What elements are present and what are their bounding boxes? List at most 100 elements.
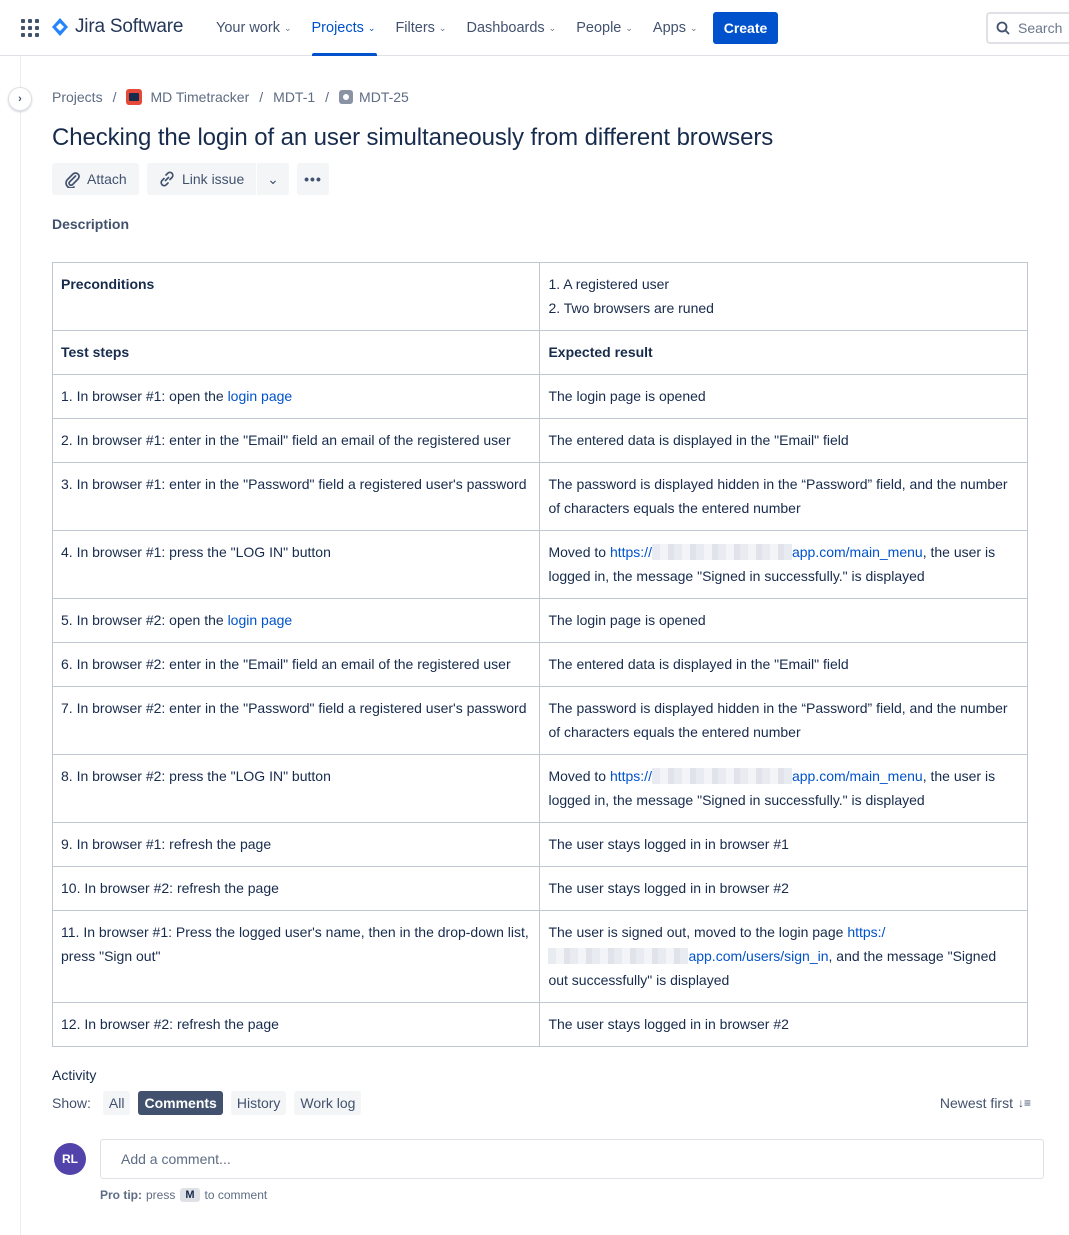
nav-item-label: People bbox=[576, 20, 622, 36]
step-cell: 5. In browser #2: open the login page bbox=[51, 598, 541, 643]
redacted-url-link[interactable]: https:// app.com/main_menu bbox=[610, 544, 923, 560]
search-input[interactable]: Search bbox=[986, 12, 1069, 44]
nav-your-work[interactable]: Your work ⌄ bbox=[206, 0, 302, 56]
top-navigation: Jira Software Your work ⌄ Projects ⌄ Filte… bbox=[0, 0, 1069, 56]
breadcrumb-parent-issue[interactable]: MDT-1 bbox=[273, 89, 315, 105]
precondition-item: 2. Two browsers are runed bbox=[548, 300, 714, 316]
search-icon bbox=[996, 21, 1010, 35]
preconditions-header: Preconditions bbox=[51, 262, 541, 331]
login-page-link[interactable]: login page bbox=[228, 388, 293, 404]
step-text: 1. In browser #1: open the bbox=[61, 388, 228, 404]
paperclip-icon bbox=[65, 172, 80, 188]
table-row: 1. In browser #1: open the login page Th… bbox=[51, 374, 1028, 419]
app-switcher-icon[interactable] bbox=[21, 19, 39, 37]
result-cell: The password is displayed hidden in the … bbox=[539, 686, 1028, 755]
breadcrumb-separator: / bbox=[112, 89, 117, 105]
preconditions-cell: 1. A registered user 2. Two browsers are… bbox=[539, 262, 1028, 331]
breadcrumb-label: MDT-25 bbox=[359, 89, 409, 105]
step-cell: 9. In browser #1: refresh the page bbox=[51, 822, 541, 867]
attach-button[interactable]: Attach bbox=[52, 163, 139, 195]
more-actions-button[interactable]: ••• bbox=[297, 163, 329, 195]
result-cell: The user stays logged in in browser #2 bbox=[539, 866, 1028, 911]
create-button[interactable]: Create bbox=[713, 12, 778, 44]
sort-order-button[interactable]: Newest first ↓≡ bbox=[940, 1095, 1031, 1111]
result-cell: The login page is opened bbox=[539, 374, 1028, 419]
result-cell: The entered data is displayed in the "Em… bbox=[539, 642, 1028, 687]
nav-people[interactable]: People ⌄ bbox=[566, 0, 643, 56]
comment-placeholder: Add a comment... bbox=[121, 1151, 231, 1167]
result-cell: The login page is opened bbox=[539, 598, 1028, 643]
step-cell: 10. In browser #2: refresh the page bbox=[51, 866, 541, 911]
table-row: 7. In browser #2: enter in the "Password… bbox=[51, 686, 1028, 755]
keyboard-shortcut-key: M bbox=[180, 1188, 200, 1202]
nav-filters[interactable]: Filters ⌄ bbox=[385, 0, 456, 56]
nav-item-label: Apps bbox=[652, 20, 686, 36]
redacted-blur bbox=[651, 768, 792, 784]
product-name: Jira Software bbox=[75, 16, 184, 37]
protip-label: Pro tip: bbox=[100, 1188, 142, 1202]
test-steps-header: Test steps bbox=[51, 330, 541, 375]
breadcrumb-issue[interactable]: MDT-25 bbox=[339, 89, 409, 105]
chevron-down-icon: ⌄ bbox=[625, 22, 633, 33]
table-row: Preconditions 1. A registered user 2. Tw… bbox=[51, 262, 1028, 331]
table-row: 9. In browser #1: refresh the page The u… bbox=[51, 822, 1028, 867]
link-issue-button[interactable]: Link issue bbox=[147, 163, 256, 195]
subtask-icon bbox=[339, 90, 354, 104]
table-row: 4. In browser #1: press the "LOG IN" but… bbox=[51, 530, 1028, 599]
step-cell: 12. In browser #2: refresh the page bbox=[51, 1002, 541, 1047]
table-row: 10. In browser #2: refresh the page The … bbox=[51, 866, 1028, 911]
nav-projects[interactable]: Projects ⌄ bbox=[302, 0, 386, 56]
filter-all[interactable]: All bbox=[102, 1091, 131, 1115]
show-label: Show: bbox=[52, 1095, 91, 1111]
result-text: Moved to bbox=[548, 768, 610, 784]
login-page-link[interactable]: login page bbox=[228, 612, 293, 628]
step-cell: 3. In browser #1: enter in the "Password… bbox=[51, 462, 541, 531]
avatar[interactable]: RL bbox=[54, 1143, 86, 1175]
redacted-url-link[interactable]: https:// app.com/main_menu bbox=[610, 768, 923, 784]
test-case-table: Preconditions 1. A registered user 2. Tw… bbox=[51, 262, 1028, 1047]
chevron-down-icon: ⌄ bbox=[438, 22, 447, 33]
redacted-blur bbox=[548, 948, 689, 964]
expand-sidebar-button[interactable]: › bbox=[8, 87, 32, 111]
table-row: 2. In browser #1: enter in the "Email" f… bbox=[51, 418, 1028, 463]
jira-logo[interactable]: Jira Software bbox=[51, 16, 183, 38]
link-issue-dropdown[interactable]: ⌄ bbox=[257, 163, 289, 195]
redacted-blur bbox=[651, 544, 792, 560]
step-cell: 2. In browser #1: enter in the "Email" f… bbox=[51, 418, 541, 463]
issue-toolbar: Attach Link issue ⌄ ••• bbox=[52, 163, 329, 195]
url-end: app.com/main_menu bbox=[791, 768, 923, 784]
url-end: app.com/main_menu bbox=[791, 544, 923, 560]
breadcrumb-separator: / bbox=[259, 89, 264, 105]
filter-work-log[interactable]: Work log bbox=[294, 1091, 362, 1115]
nav-item-label: Dashboards bbox=[466, 20, 545, 36]
issue-title[interactable]: Checking the login of an user simultaneo… bbox=[52, 124, 773, 152]
precondition-item: 1. A registered user bbox=[548, 276, 670, 292]
chevron-down-icon: ⌄ bbox=[267, 170, 279, 187]
breadcrumb-separator: / bbox=[325, 89, 330, 105]
filter-comments[interactable]: Comments bbox=[138, 1091, 223, 1115]
table-row: 5. In browser #2: open the login page Th… bbox=[51, 598, 1028, 643]
breadcrumb-label: MD Timetracker bbox=[150, 89, 250, 105]
protip-suffix: to comment bbox=[204, 1188, 268, 1202]
nav-apps[interactable]: Apps ⌄ bbox=[643, 0, 708, 56]
sidebar-divider bbox=[20, 56, 21, 1235]
nav-dashboards[interactable]: Dashboards ⌄ bbox=[456, 0, 566, 56]
table-row: 6. In browser #2: enter in the "Email" f… bbox=[51, 642, 1028, 687]
table-header-row: Test steps Expected result bbox=[51, 330, 1028, 375]
link-issue-label: Link issue bbox=[182, 171, 245, 187]
step-cell: 7. In browser #2: enter in the "Password… bbox=[51, 686, 541, 755]
filter-history[interactable]: History bbox=[230, 1091, 287, 1115]
nav-item-label: Filters bbox=[395, 20, 435, 36]
breadcrumb-project[interactable]: MD Timetracker bbox=[126, 89, 249, 105]
pro-tip: Pro tip: press M to comment bbox=[100, 1188, 267, 1202]
chevron-down-icon: ⌄ bbox=[548, 22, 557, 33]
add-comment-input[interactable]: Add a comment... bbox=[100, 1139, 1044, 1179]
breadcrumb-projects[interactable]: Projects bbox=[52, 89, 103, 105]
url-start: https:/ bbox=[847, 924, 886, 940]
result-text: The user is signed out, moved to the log… bbox=[548, 924, 848, 940]
chevron-right-icon: › bbox=[18, 93, 22, 105]
attach-label: Attach bbox=[87, 171, 127, 187]
sort-descending-icon: ↓≡ bbox=[1017, 1096, 1031, 1110]
step-cell: 8. In browser #2: press the "LOG IN" but… bbox=[51, 754, 541, 823]
jira-diamond-icon bbox=[52, 18, 68, 36]
